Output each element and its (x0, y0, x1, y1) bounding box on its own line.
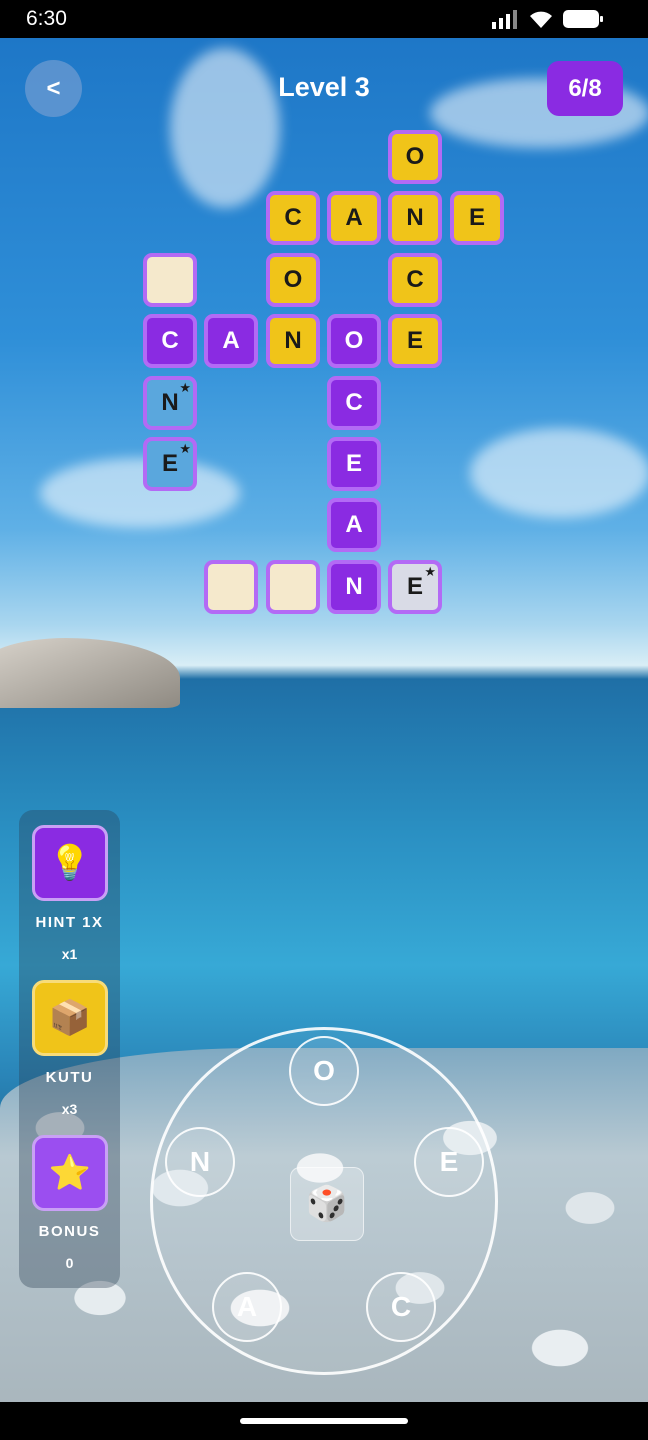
wheel-letter[interactable]: A (212, 1272, 282, 1342)
grid-tile[interactable]: N (388, 191, 442, 245)
letter-wheel[interactable]: O E C A N 🎲 (150, 1027, 498, 1375)
signal-icon (492, 10, 517, 29)
bonus-label: BONUS (38, 1223, 101, 1240)
tile-letter: N (284, 327, 302, 354)
status-time: 6:30 (26, 7, 67, 30)
tile-letter: C (161, 327, 179, 354)
grid-tile[interactable]: O (266, 253, 320, 307)
grid-tile[interactable]: E (450, 191, 504, 245)
lightbulb-icon: 💡 (48, 844, 92, 882)
grid-tile[interactable]: E ★ (388, 560, 442, 614)
words-progress-badge[interactable]: 6/8 (547, 61, 623, 116)
grid-tile[interactable] (204, 560, 258, 614)
grid-tile[interactable] (143, 253, 197, 307)
grid-tile[interactable]: O (327, 314, 381, 368)
dice-icon: 🎲 (305, 1185, 349, 1223)
navigation-bar (0, 1402, 648, 1440)
tile-letter: E (161, 450, 178, 477)
wheel-letter[interactable]: C (366, 1272, 436, 1342)
grid-tile[interactable]: E (327, 437, 381, 491)
tile-letter: E (406, 573, 423, 600)
star-icon: ★ (179, 441, 191, 456)
tile-letter: N (161, 389, 179, 416)
grid-tile[interactable]: N ★ (143, 376, 197, 430)
hint-count: x1 (61, 946, 78, 962)
power-ups-panel: 💡 HINT 1X x1 📦 KUTU x3 ⭐ BONUS 0 (19, 810, 120, 1288)
grid-tile[interactable]: N (266, 314, 320, 368)
tile-letter: O (344, 327, 364, 354)
tile-letter: N (406, 204, 424, 231)
wifi-icon (530, 11, 552, 28)
grid-tile[interactable]: A (204, 314, 258, 368)
star-icon: ⭐ (48, 1154, 92, 1192)
tile-letter: E (468, 204, 485, 231)
tile-letter: A (345, 204, 363, 231)
status-bar: 6:30 (0, 0, 648, 38)
grid-tile[interactable]: C (327, 376, 381, 430)
tile-letter: N (345, 573, 363, 600)
wheel-letter[interactable]: O (289, 1036, 359, 1106)
wheel-letter[interactable]: E (414, 1127, 484, 1197)
tile-letter: C (345, 389, 363, 416)
box-label: KUTU (45, 1069, 94, 1086)
grid-tile[interactable]: E ★ (143, 437, 197, 491)
grid-tile[interactable]: O (388, 130, 442, 184)
wheel-letter[interactable]: N (165, 1127, 235, 1197)
grid-tile[interactable]: E (388, 314, 442, 368)
battery-icon (563, 10, 603, 28)
rock (0, 638, 180, 708)
tile-letter: C (406, 266, 424, 293)
box-count: x3 (61, 1101, 78, 1117)
box-button[interactable]: 📦 (32, 980, 108, 1056)
bonus-button[interactable]: ⭐ (32, 1135, 108, 1211)
grid-tile[interactable]: N (327, 560, 381, 614)
tile-letter: O (405, 143, 425, 170)
home-indicator[interactable] (240, 1418, 408, 1424)
grid-tile[interactable] (266, 560, 320, 614)
grid-tile[interactable]: A (327, 498, 381, 552)
grid-tile[interactable]: C (143, 314, 197, 368)
star-icon: ★ (179, 380, 191, 395)
hint-label: HINT 1X (35, 914, 104, 931)
star-icon: ★ (424, 564, 436, 579)
hint-button[interactable]: 💡 (32, 825, 108, 901)
tile-letter: A (345, 511, 363, 538)
tile-letter: C (284, 204, 302, 231)
tile-letter: A (222, 327, 240, 354)
status-icons (492, 9, 604, 29)
shuffle-button[interactable]: 🎲 (290, 1167, 364, 1241)
grid-tile[interactable]: C (266, 191, 320, 245)
tile-letter: E (345, 450, 362, 477)
box-icon: 📦 (48, 999, 92, 1037)
tile-letter: E (406, 327, 423, 354)
bonus-count: 0 (65, 1255, 74, 1271)
grid-tile[interactable]: C (388, 253, 442, 307)
tile-letter: O (283, 266, 303, 293)
grid-tile[interactable]: A (327, 191, 381, 245)
